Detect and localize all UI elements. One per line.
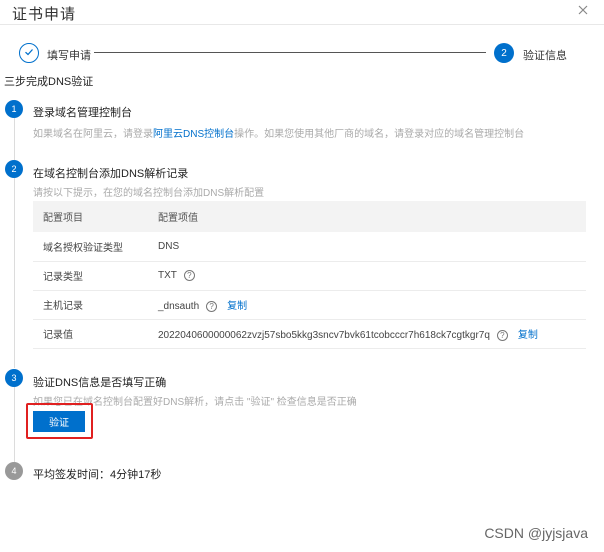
copy-host-record-link[interactable]: 复制 (227, 301, 247, 312)
row-item-label: 域名授权验证类型 (33, 232, 146, 262)
help-icon[interactable]: ? (206, 300, 218, 312)
step-2-title: 在域名控制台添加DNS解析记录 (33, 168, 189, 180)
table-row: 记录值 2022040600000062zvzj57sbo5kkg3sncv7b… (33, 319, 586, 349)
column-header-item: 配置项目 (33, 201, 146, 232)
timeline-connector (14, 118, 15, 160)
row-value: TXT? (146, 261, 586, 291)
issuance-time-text: 平均签发时间：4分钟17秒 (33, 469, 162, 481)
watermark: CSDN @jyjsjava (484, 525, 588, 541)
row-value: _dnsauth? 复制 (146, 290, 586, 320)
table-row: 主机记录 _dnsauth? 复制 (33, 290, 586, 320)
stepper-active-number: 2 (494, 43, 514, 63)
row-item-label: 主机记录 (33, 290, 146, 320)
step-3-title: 验证DNS信息是否填写正确 (33, 377, 167, 389)
timeline-connector (14, 387, 15, 462)
step-number-2: 2 (5, 160, 23, 178)
check-icon (24, 46, 34, 60)
close-icon[interactable] (576, 3, 590, 17)
dialog-title: 证书申请 (12, 6, 77, 23)
copy-record-value-link[interactable]: 复制 (518, 330, 538, 341)
step-1-title: 登录域名管理控制台 (33, 107, 132, 119)
step-number-3: 3 (5, 369, 23, 387)
step-2-description: 请按以下提示，在您的域名控制台添加DNS解析配置 (33, 188, 265, 199)
stepper-label-verify: 验证信息 (523, 50, 567, 62)
dns-console-link[interactable]: 阿里云DNS控制台 (153, 129, 234, 140)
table-row: 记录类型 TXT? (33, 261, 586, 291)
step-done-indicator (19, 43, 39, 63)
row-value: 2022040600000062zvzj57sbo5kkg3sncv7bvk61… (146, 319, 586, 349)
row-item-label: 记录值 (33, 319, 146, 349)
header-divider (0, 24, 604, 25)
help-icon[interactable]: ? (496, 329, 508, 341)
help-icon[interactable]: ? (183, 269, 195, 281)
table-row: 域名授权验证类型 DNS (33, 232, 586, 262)
stepper-label-fill: 填写申请 (47, 50, 91, 62)
row-value: DNS (146, 232, 586, 262)
verify-button[interactable]: 验证 (33, 411, 85, 432)
stepper-connector (94, 52, 486, 53)
timeline-connector (14, 178, 15, 368)
step-number-4: 4 (5, 462, 23, 480)
table-header-row: 配置项目 配置项值 (33, 201, 586, 232)
row-item-label: 记录类型 (33, 261, 146, 291)
dns-config-table: 配置项目 配置项值 域名授权验证类型 DNS 记录类型 TXT? 主机记录 _d… (33, 201, 586, 349)
column-header-value: 配置项值 (146, 201, 586, 232)
step-number-1: 1 (5, 100, 23, 118)
section-title: 三步完成DNS验证 (4, 76, 94, 88)
step-1-description: 如果域名在阿里云，请登录阿里云DNS控制台操作。如果您使用其他厂商的域名，请登录… (33, 129, 525, 140)
